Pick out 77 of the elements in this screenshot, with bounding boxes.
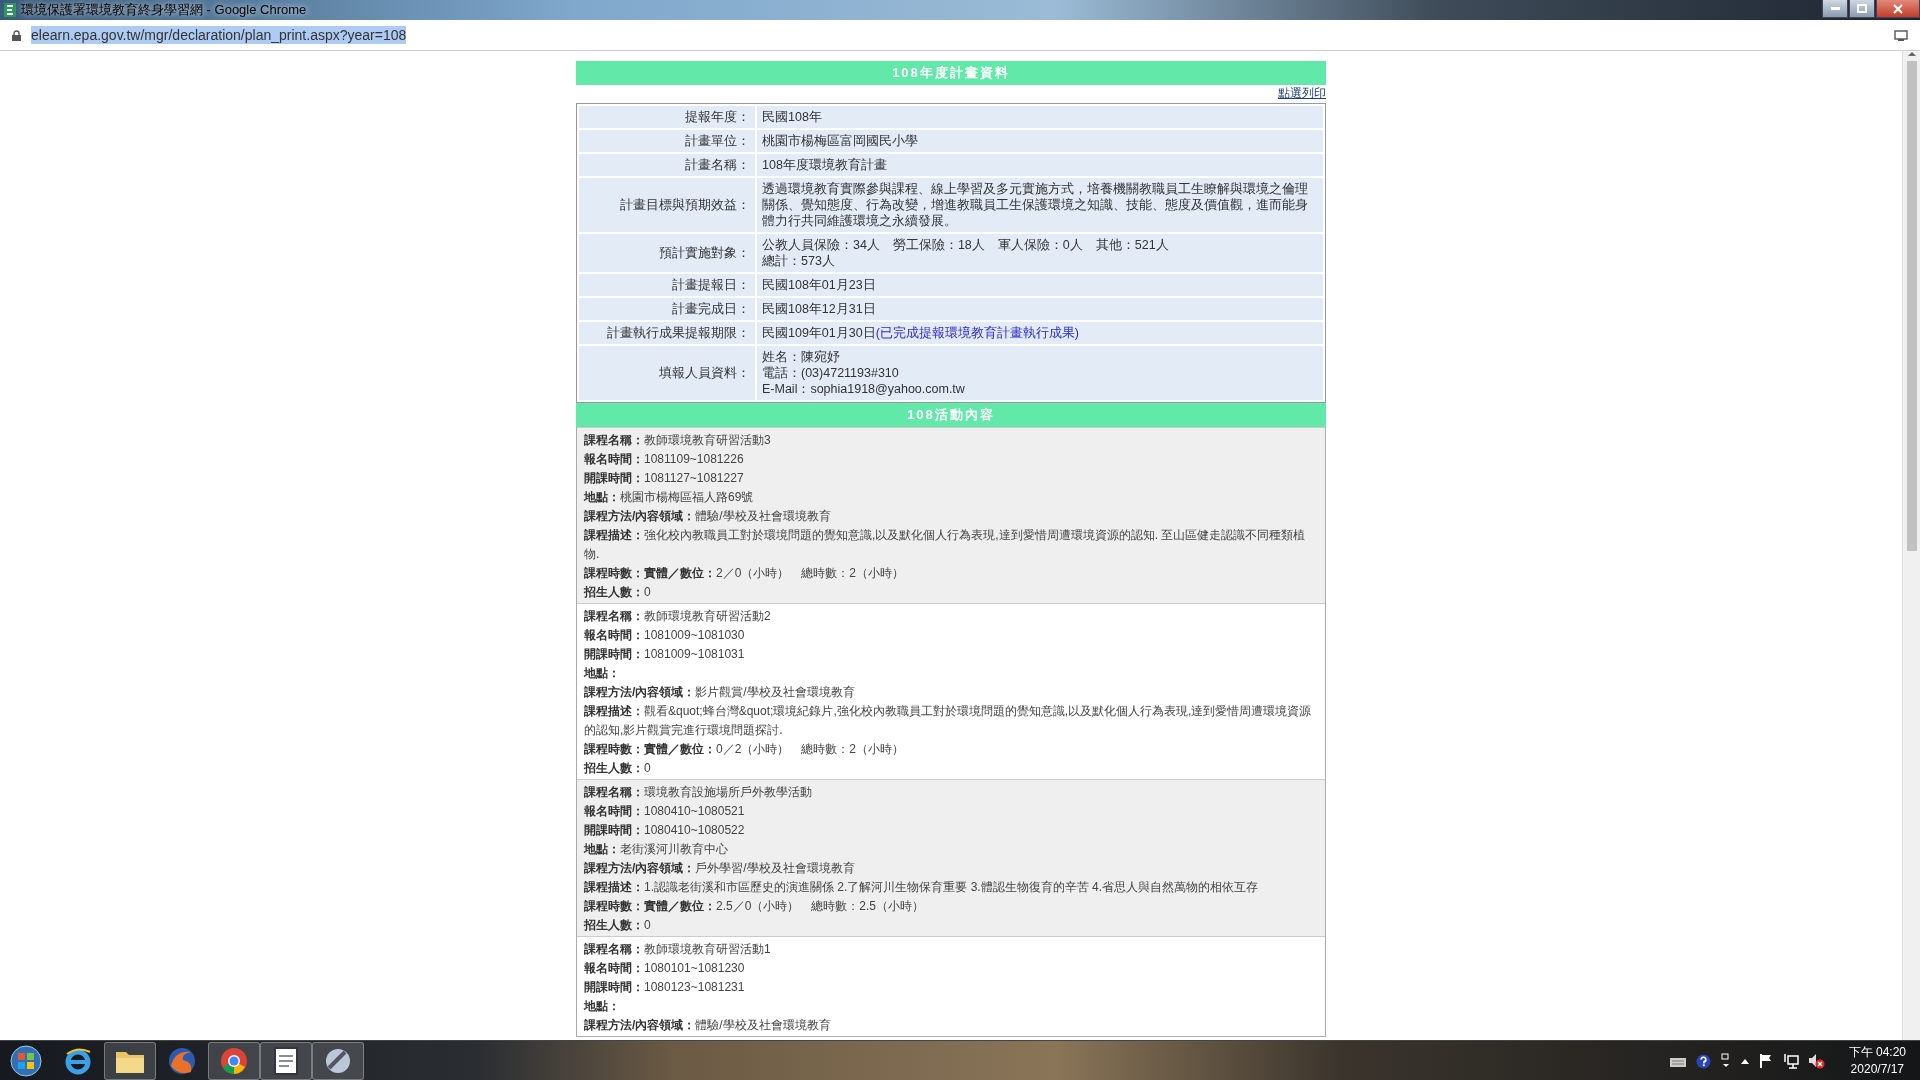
activity-field: 課程方法/內容領域：體驗/學校及社會環境教育 <box>584 1016 1318 1035</box>
activity-field: 招生人數：0 <box>584 759 1318 778</box>
activity-field: 課程時數：實體／數位：0／2（小時） 總時數：2（小時） <box>584 740 1318 759</box>
activity-field: 課程描述：觀看&quot;蜂台灣&quot;環境紀錄片,強化校內教職員工對於環境問題的覺知意識,以及默化個人行為表現,達到愛惜周遭環境資源的認知,影片觀賞完進行環境問題探討. <box>584 702 1318 740</box>
activity-field: 課程名稱：環境教育設施場所戶外教學活動 <box>584 783 1318 802</box>
activity-field: 課程描述：1.認識老街溪和市區歷史的演進關係 2.了解河川生物保育重要 3.體認生物復育的辛苦 4.省思人與自然萬物的相依互存 <box>584 878 1318 897</box>
field-value: 桃園市楊梅區富岡國民小學 <box>757 130 1323 152</box>
activity-field: 地點： <box>584 664 1318 683</box>
activity-field: 課程時數：實體／數位：2.5／0（小時） 總時數：2.5（小時） <box>584 897 1318 916</box>
activity-field: 開課時間：1081127~1081227 <box>584 469 1318 488</box>
field-label: 提報年度： <box>579 106 755 128</box>
maximize-icon <box>1857 4 1867 13</box>
field-value: 公教人員保險：34人 勞工保險：18人 軍人保險：0人 其他：521人 總計：573人 <box>757 234 1323 272</box>
field-label: 填報人員資料： <box>579 346 755 400</box>
activity-field: 課程方法/內容領域：戶外學習/學校及社會環境教育 <box>584 859 1318 878</box>
clock-time[interactable]: 下午 04:20 <box>1848 1044 1906 1061</box>
activity-field: 課程名稱：教師環境教育研習活動1 <box>584 940 1318 959</box>
field-label: 計畫提報日： <box>579 274 755 296</box>
activity-field: 開課時間：1080123~1081231 <box>584 978 1318 997</box>
activity-field: 課程描述：強化校內教職員工對於環境問題的覺知意識,以及默化個人行為表現,達到愛惜周遭環境資源的認知. 至山區健走認識不同種類植物. <box>584 526 1318 564</box>
maximize-button[interactable] <box>1849 0 1875 18</box>
field-label: 計畫執行成果提報期限： <box>579 322 755 344</box>
clock-date[interactable]: 2020/7/17 <box>1850 1061 1904 1078</box>
activity-field: 報名時間：1081009~1081030 <box>584 626 1318 645</box>
activity-field: 課程方法/內容領域：影片觀賞/學校及社會環境教育 <box>584 683 1318 702</box>
folder-icon[interactable] <box>104 1042 156 1080</box>
activity-field: 開課時間：1081009~1081031 <box>584 645 1318 664</box>
field-label: 計畫名稱： <box>579 154 755 176</box>
field-label: 預計實施對象： <box>579 234 755 272</box>
notepad-icon[interactable] <box>260 1042 312 1080</box>
field-value: 民國109年01月30日(已完成提報環境教育計畫執行成果) <box>757 322 1323 344</box>
window-switch-icon[interactable] <box>1720 1053 1731 1069</box>
field-value: 透過環境教育實際參與課程、線上學習及多元實施方式，培養機關教職員工生瞭解與環境之倫理關係、覺知態度、行為改變，增進教職員工生保護環境之知識、技能、態度及價值觀，進而能身體力行共同維護環境之永續發展。 <box>757 178 1323 232</box>
scroll-thumb[interactable] <box>1906 61 1917 551</box>
chrome-icon[interactable] <box>208 1042 260 1080</box>
activity-field: 課程方法/內容領域：體驗/學校及社會環境教育 <box>584 507 1318 526</box>
activity-field: 課程名稱：教師環境教育研習活動3 <box>584 431 1318 450</box>
print-link[interactable]: 點選列印 <box>1278 85 1326 103</box>
section-heading: 108活動內容 <box>576 403 1326 427</box>
address-field[interactable]: elearn.epa.gov.tw/mgr/declaration/plan_print.aspx?year=108 <box>31 26 407 44</box>
field-value: 民國108年01月23日 <box>757 274 1323 296</box>
field-value: 108年度環境教育計畫 <box>757 154 1323 176</box>
activity-field: 課程名稱：教師環境教育研習活動2 <box>584 607 1318 626</box>
field-label: 計畫單位： <box>579 130 755 152</box>
minimize-icon <box>1830 7 1840 10</box>
activity-field: 地點：老街溪河川教育中心 <box>584 840 1318 859</box>
status-link[interactable]: (已完成提報環境教育計畫執行成果) <box>875 326 1079 340</box>
close-button[interactable] <box>1876 0 1920 18</box>
field-label: 計畫目標與預期效益： <box>579 178 755 232</box>
network-icon[interactable] <box>1782 1053 1799 1069</box>
activity-field: 課程時數：實體／數位：2／0（小時） 總時數：2（小時） <box>584 564 1318 583</box>
window-title: 環境保護署環境教育終身學習網 - Google Chrome <box>21 1 307 19</box>
window-icon[interactable] <box>1894 29 1908 41</box>
section-heading: 108年度計畫資料 <box>576 61 1326 85</box>
minimize-button[interactable] <box>1822 0 1848 18</box>
activity-field: 地點：桃園市楊梅區福人路69號 <box>584 488 1318 507</box>
scrollbar[interactable] <box>1902 51 1920 1040</box>
activity-field: 招生人數：0 <box>584 583 1318 602</box>
keyboard-icon[interactable] <box>1669 1055 1686 1067</box>
show-hidden-icon[interactable] <box>1740 1058 1749 1064</box>
activity-field: 地點： <box>584 997 1318 1016</box>
app-icon <box>4 3 16 17</box>
activity-field: 報名時間：1081109~1081226 <box>584 450 1318 469</box>
field-value: 民國108年12月31日 <box>757 298 1323 320</box>
help-icon[interactable] <box>1695 1053 1711 1069</box>
activity-field: 報名時間：1080410~1080521 <box>584 802 1318 821</box>
close-icon <box>1893 3 1903 14</box>
activity-field: 報名時間：1080101~1081230 <box>584 959 1318 978</box>
lock-icon <box>12 29 21 41</box>
speaker-muted-icon[interactable] <box>1808 1053 1825 1069</box>
activity-field: 招生人數：0 <box>584 916 1318 935</box>
app-icon[interactable] <box>312 1042 364 1080</box>
field-value: 姓名：陳宛妤 電話：(03)4721193#310 E-Mail：sophia1918@yahoo.com.tw <box>757 346 1323 400</box>
field-label: 計畫完成日： <box>579 298 755 320</box>
field-value: 民國108年 <box>757 106 1323 128</box>
flag-icon[interactable] <box>1758 1054 1773 1068</box>
activity-field: 開課時間：1080410~1080522 <box>584 821 1318 840</box>
